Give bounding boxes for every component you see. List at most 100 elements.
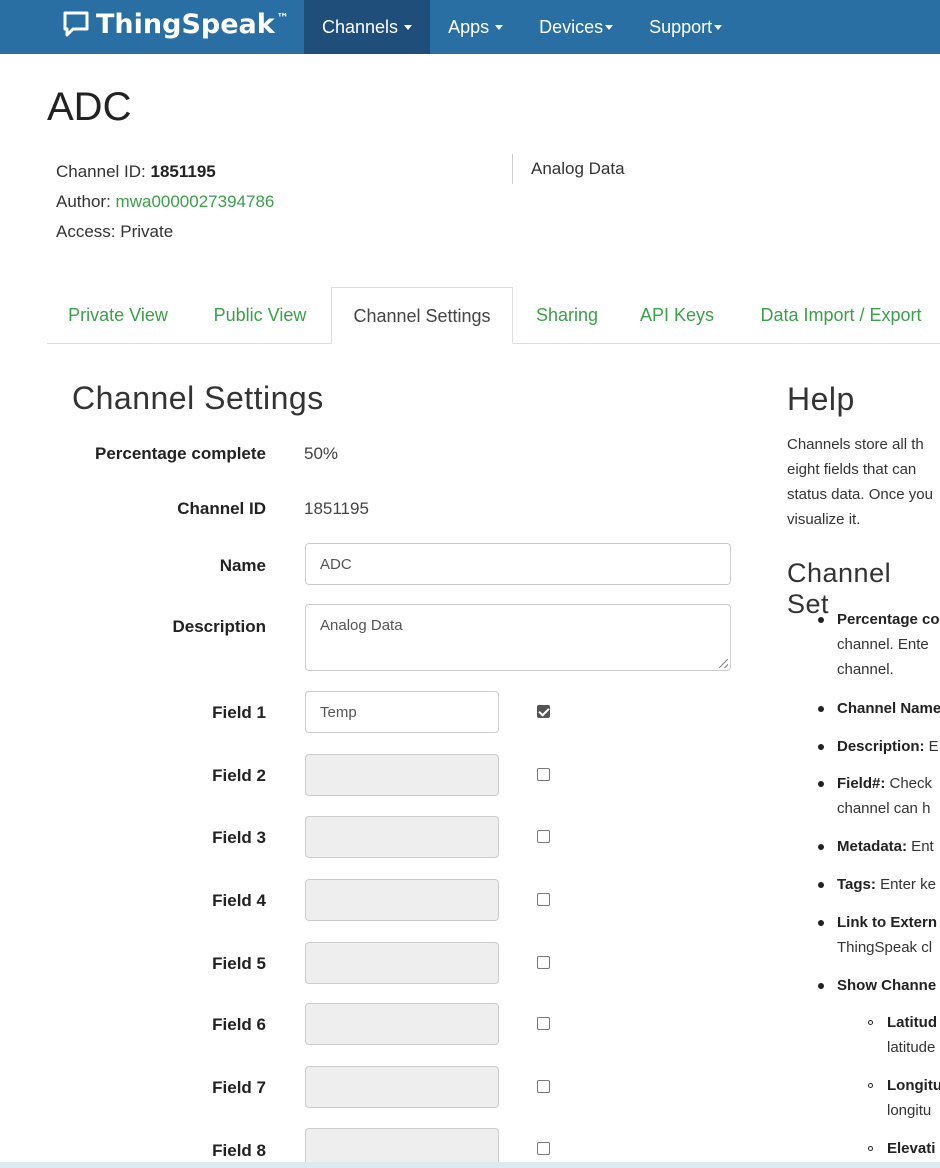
help-item-channel-name: Channel Name (837, 696, 940, 721)
help-intro-line: eight fields that can (787, 461, 917, 478)
bullet-icon (818, 706, 824, 712)
help-item-line: channel. Ente (837, 636, 929, 653)
tab-public-view[interactable]: Public View (193, 287, 327, 342)
percentage-value: 50% (304, 444, 339, 463)
field-3-label: Field 3 (212, 828, 266, 847)
help-heading: Help (787, 381, 855, 417)
bullet-icon (818, 744, 824, 750)
help-item-line: channel. (837, 661, 894, 678)
description-label: Description (172, 617, 266, 636)
help-item-title: Percentage co (837, 611, 940, 628)
field-2-checkbox[interactable] (537, 768, 550, 781)
resize-handle-icon[interactable] (719, 659, 728, 668)
field-8-label: Field 8 (212, 1141, 266, 1160)
field-8-input[interactable] (305, 1128, 499, 1162)
name-input-value: ADC (320, 555, 352, 573)
tab-data-import-export[interactable]: Data Import / Export (747, 287, 935, 342)
percentage-label: Percentage complete (94, 444, 266, 463)
help-item-title: Channel Name (837, 700, 940, 717)
bullet-icon (818, 844, 824, 850)
field-7-input[interactable] (305, 1066, 499, 1108)
help-item-show-channel: Show Channe (837, 973, 936, 998)
help-item-title: Show Channe (837, 977, 937, 994)
field-6-label: Field 6 (212, 1015, 266, 1034)
description-textarea[interactable]: Analog Data (305, 604, 731, 671)
channel-id-value: 1851195 (150, 162, 216, 181)
channel-meta: Channel ID: 1851195 Author: mwa000002739… (56, 157, 274, 247)
help-intro: Channels store all th eight fields that … (787, 432, 940, 532)
brand-name: ThingSpeak (96, 8, 275, 40)
help-item-percentage: Percentage co (837, 607, 940, 632)
channel-id-line: Channel ID: 1851195 (56, 157, 274, 187)
help-intro-line: visualize it. (787, 511, 861, 528)
bullet-icon (818, 920, 824, 926)
field-6-checkbox[interactable] (537, 1017, 550, 1030)
page-title: ADC (47, 85, 132, 129)
nav-devices[interactable]: Devices (521, 0, 631, 54)
field-7-checkbox[interactable] (537, 1080, 550, 1093)
field-3-input[interactable] (305, 816, 499, 858)
author-label: Author: (56, 192, 111, 211)
tab-channel-settings[interactable]: Channel Settings (331, 287, 513, 344)
circle-bullet-icon (868, 1083, 873, 1088)
channel-tabs: Private View Public View Channel Setting… (47, 287, 940, 344)
help-item-title: Description: (837, 738, 925, 755)
nav-devices-label: Devices (539, 16, 604, 37)
field-5-label: Field 5 (212, 954, 266, 973)
caret-down-icon (495, 24, 504, 30)
field-5-input[interactable] (305, 942, 499, 984)
help-item-field: Field#: Check (837, 771, 932, 796)
help-item-link: Link to Extern (837, 910, 937, 935)
bullet-icon (818, 617, 824, 623)
thingspeak-logo[interactable]: ThingSpeak ™ (62, 4, 289, 44)
bullet-icon (818, 983, 824, 989)
help-subitem-longitude: Longitu (887, 1073, 940, 1098)
field-8-checkbox[interactable] (537, 1142, 550, 1155)
field-4-label: Field 4 (212, 891, 266, 910)
top-navbar: ThingSpeak ™ Channels Apps Devices Suppo… (0, 0, 940, 54)
help-intro-line: Channels store all th (787, 436, 924, 453)
help-item-title: Link to Extern (837, 914, 938, 931)
description-textarea-value: Analog Data (320, 617, 403, 634)
nav-support-label: Support (649, 16, 713, 37)
field-3-checkbox[interactable] (537, 830, 550, 843)
field-1-label: Field 1 (212, 703, 266, 722)
tab-sharing[interactable]: Sharing (521, 287, 613, 342)
field-4-input[interactable] (305, 879, 499, 921)
circle-bullet-icon (868, 1146, 873, 1151)
help-subitem-title: Latitud (887, 1014, 937, 1031)
help-subitem-elevation: Elevati (887, 1136, 935, 1161)
chat-bubble-icon (63, 11, 89, 37)
help-subitem-line: latitude (887, 1039, 936, 1056)
field-4-checkbox[interactable] (537, 893, 550, 906)
help-item-title: Tags: (837, 876, 876, 893)
tab-api-keys[interactable]: API Keys (631, 287, 723, 342)
bullet-icon (818, 882, 824, 888)
help-item-text: Enter ke (875, 876, 936, 893)
help-item-tags: Tags: Enter ke (837, 872, 936, 897)
author-line: Author: mwa0000027394786 (56, 187, 274, 217)
help-item-description: Description: E (837, 734, 939, 759)
tab-private-view[interactable]: Private View (47, 287, 189, 342)
nav-channels-label: Channels (322, 16, 399, 37)
field-1-checkbox[interactable] (537, 705, 550, 718)
nav-channels[interactable]: Channels (304, 0, 431, 54)
help-item-metadata: Metadata: Ent (837, 834, 934, 859)
channel-description: Analog Data (512, 154, 625, 184)
trademark: ™ (276, 11, 289, 25)
field-2-input[interactable] (305, 754, 499, 796)
help-subitem-title: Elevati (887, 1140, 936, 1157)
field-6-input[interactable] (305, 1003, 499, 1045)
help-item-title: Field#: (837, 775, 886, 792)
field-5-checkbox[interactable] (537, 956, 550, 969)
nav-support[interactable]: Support (631, 0, 740, 54)
field-1-input[interactable]: Temp (305, 691, 499, 733)
author-link[interactable]: mwa0000027394786 (116, 192, 275, 211)
help-item-text: Ent (907, 838, 934, 855)
nav-apps[interactable]: Apps (430, 0, 521, 54)
channel-id-label: Channel ID: (56, 162, 146, 181)
access-line: Access: Private (56, 222, 174, 241)
help-intro-line: status data. Once you (787, 486, 933, 503)
name-input[interactable]: ADC (305, 543, 731, 585)
bottom-divider (0, 1162, 940, 1168)
